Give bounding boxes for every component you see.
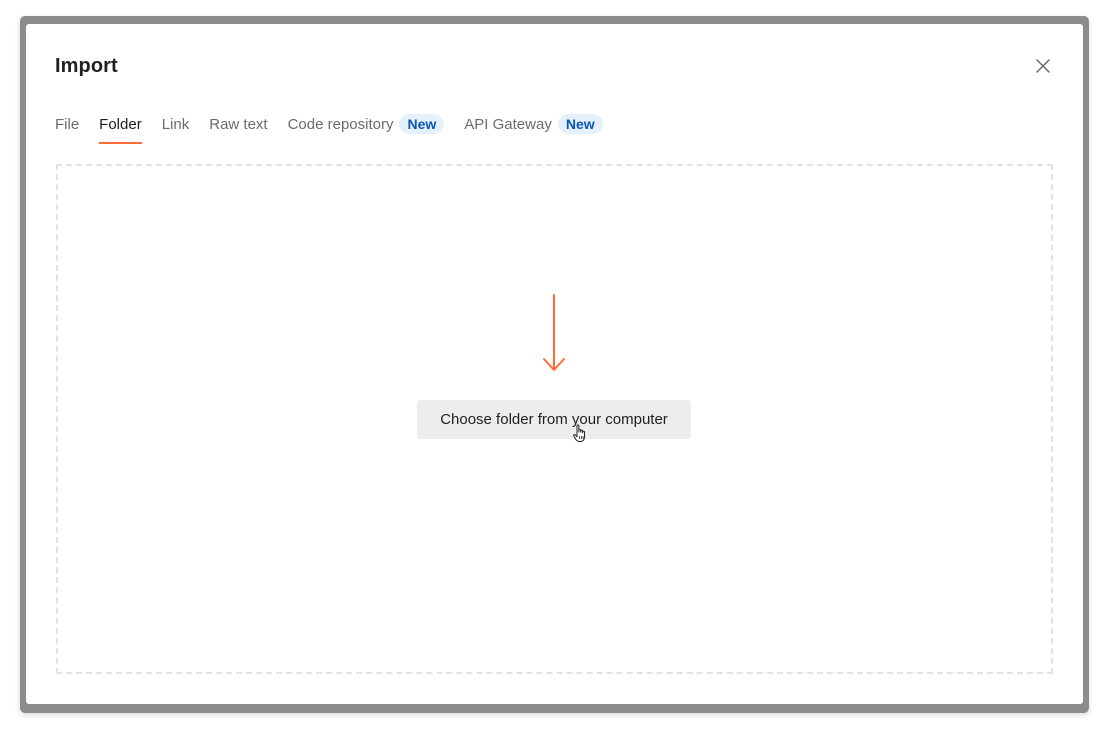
new-badge: New	[399, 114, 445, 134]
tab-folder[interactable]: Folder	[99, 114, 142, 144]
tab-label: Link	[161, 115, 190, 133]
tab-code-repository[interactable]: Code repository New	[288, 114, 445, 144]
tab-api-gateway[interactable]: API Gateway New	[464, 114, 603, 144]
close-button[interactable]	[1031, 54, 1055, 78]
tab-label: File	[55, 115, 80, 133]
import-tabs: File Folder Link Raw text Code repositor…	[55, 114, 623, 144]
tab-label: Code repository	[287, 115, 394, 133]
import-modal: Import File Folder Link Raw text Code re…	[26, 24, 1083, 704]
choose-folder-button[interactable]: Choose folder from your computer	[417, 400, 691, 439]
arrow-down-icon	[543, 294, 565, 371]
tab-link[interactable]: Link	[162, 114, 190, 144]
close-icon	[1036, 59, 1050, 73]
tab-label: Folder	[99, 115, 142, 133]
tab-file[interactable]: File	[55, 114, 79, 144]
tab-label: API Gateway	[464, 115, 552, 133]
modal-title: Import	[55, 55, 118, 77]
tab-raw-text[interactable]: Raw text	[209, 114, 267, 144]
new-badge: New	[557, 114, 603, 134]
tab-label: Raw text	[209, 115, 268, 133]
hand-pointer-cursor-icon	[573, 424, 585, 442]
